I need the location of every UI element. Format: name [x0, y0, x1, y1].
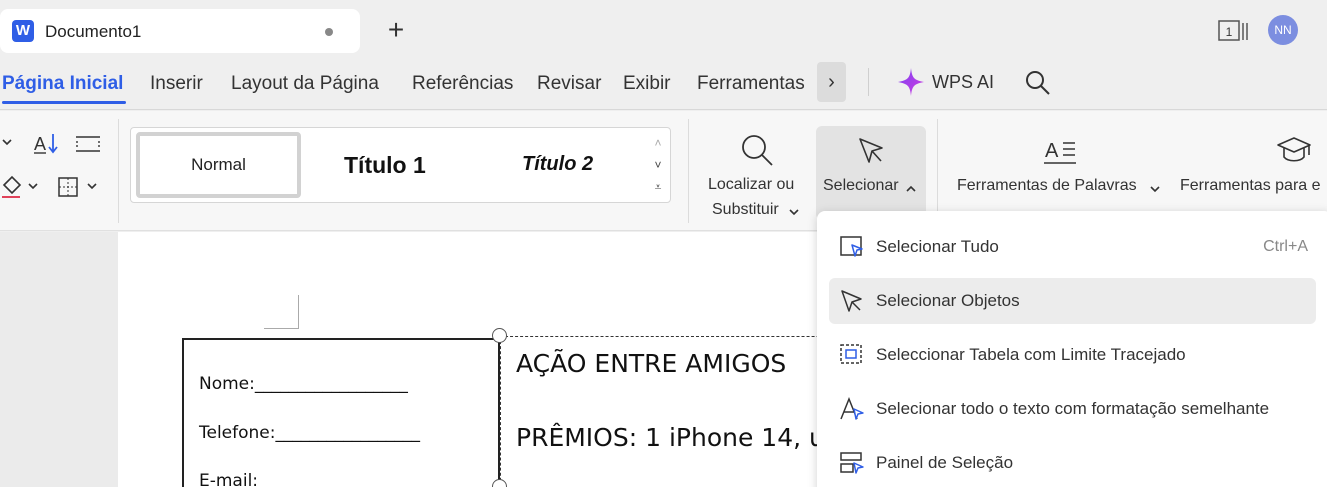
search-icon[interactable] [1025, 70, 1051, 96]
select-objects-icon [839, 289, 865, 313]
textbox-line-title: AÇÃO ENTRE AMIGOS [516, 349, 787, 378]
resize-handle-top[interactable] [492, 328, 507, 343]
menu-divider [868, 68, 869, 96]
ribbon-divider [688, 119, 689, 223]
borders-dropdown-chevron-icon[interactable] [86, 179, 98, 191]
select-cursor-icon [856, 136, 886, 166]
styles-expand-icon[interactable]: ⩡ [649, 176, 667, 198]
page-count-indicator: 1 [1226, 25, 1233, 39]
svg-text:A: A [34, 134, 46, 154]
select-button[interactable]: Selecionar [816, 126, 926, 220]
page-view-icon[interactable]: 1 [1218, 20, 1248, 42]
styles-scroll-down-icon[interactable]: ˅ [649, 154, 667, 176]
wps-writer-logo-icon: W [12, 20, 34, 42]
graduation-cap-icon[interactable] [1276, 135, 1312, 167]
document-tab-title: Documento1 [45, 22, 142, 41]
menu-item-selection-pane[interactable]: Painel de Seleção [829, 440, 1316, 486]
menu-item-label: Selecionar todo o texto com formatação s… [876, 399, 1270, 418]
unsaved-indicator-icon[interactable] [325, 28, 333, 36]
new-tab-plus-icon[interactable]: + [382, 16, 410, 44]
find-replace-label-line1[interactable]: Localizar ou [708, 176, 794, 194]
menu-item-label: Painel de Seleção [876, 453, 1014, 472]
menu-item-select-objects[interactable]: Selecionar Objetos [829, 278, 1316, 324]
select-table-icon [839, 343, 865, 367]
active-tab-underline [2, 101, 126, 104]
style-titulo-1[interactable]: Título 1 [344, 152, 426, 179]
word-tools-chevron-icon[interactable] [1150, 181, 1160, 193]
tab-pagina-inicial[interactable]: Página Inicial [2, 73, 123, 95]
document-tab[interactable]: W Documento1 [0, 9, 360, 53]
title-bar: W Documento1 + 1 NN [0, 0, 1327, 62]
shading-fill-icon[interactable] [0, 173, 26, 199]
menu-item-select-table-dashed[interactable]: Seleccionar Tabela com Limite Tracejado [829, 332, 1316, 378]
style-titulo-2[interactable]: Título 2 [522, 153, 593, 176]
select-dropdown-menu: Selecionar Tudo Ctrl+A Selecionar Objeto… [817, 211, 1327, 487]
shading-dropdown-chevron-icon[interactable] [27, 179, 39, 191]
styles-scroll-controls: ˄ ˅ ⩡ [649, 132, 667, 198]
find-replace-label-line2[interactable]: Substituir [712, 201, 779, 219]
find-magnifier-icon[interactable] [740, 133, 774, 167]
menu-item-label: Seleccionar Tabela com Limite Tracejado [876, 345, 1186, 364]
find-replace-chevron-icon[interactable] [789, 204, 799, 216]
more-tabs-chevron-right-icon[interactable]: › [817, 62, 846, 102]
tab-revisar[interactable]: Revisar [537, 73, 601, 95]
svg-text:A: A [1045, 140, 1059, 162]
menu-item-select-all[interactable]: Selecionar Tudo Ctrl+A [829, 224, 1316, 270]
select-all-icon [839, 235, 865, 259]
form-line-telefone: Telefone:_________________ [199, 423, 420, 443]
menu-bar: Página Inicial Inserir Layout da Página … [0, 62, 1327, 110]
page-margin-corner-mark [264, 295, 299, 329]
styles-scroll-up-icon[interactable]: ˄ [649, 132, 667, 154]
ribbon-divider [118, 119, 119, 223]
wps-ai-button[interactable]: WPS AI [932, 72, 994, 93]
ribbon-divider [937, 119, 938, 223]
menu-item-shortcut: Ctrl+A [1263, 238, 1308, 255]
select-button-label: Selecionar [823, 177, 899, 194]
dropdown-chevron-icon[interactable] [0, 135, 14, 149]
wps-ai-sparkle-icon[interactable] [896, 66, 926, 98]
select-chevron-up-icon [906, 181, 916, 192]
document-page[interactable]: Nome:__________________ Telefone:_______… [118, 232, 900, 487]
form-text-box[interactable]: Nome:__________________ Telefone:_______… [182, 338, 500, 487]
menu-item-label: Selecionar Objetos [876, 291, 1020, 310]
word-tools-icon[interactable]: A [1044, 137, 1076, 165]
tools-for-education-label[interactable]: Ferramentas para e [1180, 177, 1321, 195]
style-normal[interactable]: Normal [136, 132, 301, 198]
user-avatar[interactable]: NN [1268, 15, 1298, 45]
menu-item-select-similar-text[interactable]: Selecionar todo o texto com formatação s… [829, 386, 1316, 432]
borders-icon[interactable] [57, 176, 79, 198]
textbox-line-prizes: PRÊMIOS: 1 iPhone 14, u [516, 423, 825, 452]
styles-gallery: Normal Título 1 Título 2 ˄ ˅ ⩡ [130, 127, 671, 203]
paragraph-marks-icon[interactable] [74, 133, 102, 155]
word-tools-label[interactable]: Ferramentas de Palavras [957, 177, 1137, 195]
select-similar-text-icon [839, 396, 865, 421]
tab-layout-da-pagina[interactable]: Layout da Página [231, 73, 379, 95]
resize-handle-bottom[interactable] [492, 479, 507, 487]
tab-ferramentas[interactable]: Ferramentas [697, 73, 805, 95]
selection-pane-icon [839, 451, 865, 475]
tab-referencias[interactable]: Referências [412, 73, 513, 95]
menu-item-label: Selecionar Tudo [876, 237, 999, 256]
sort-icon[interactable]: A [32, 131, 60, 157]
form-line-email: E-mail: [199, 471, 259, 487]
tab-inserir[interactable]: Inserir [150, 73, 203, 95]
tab-exibir[interactable]: Exibir [623, 73, 671, 95]
form-line-nome: Nome:__________________ [199, 374, 408, 394]
